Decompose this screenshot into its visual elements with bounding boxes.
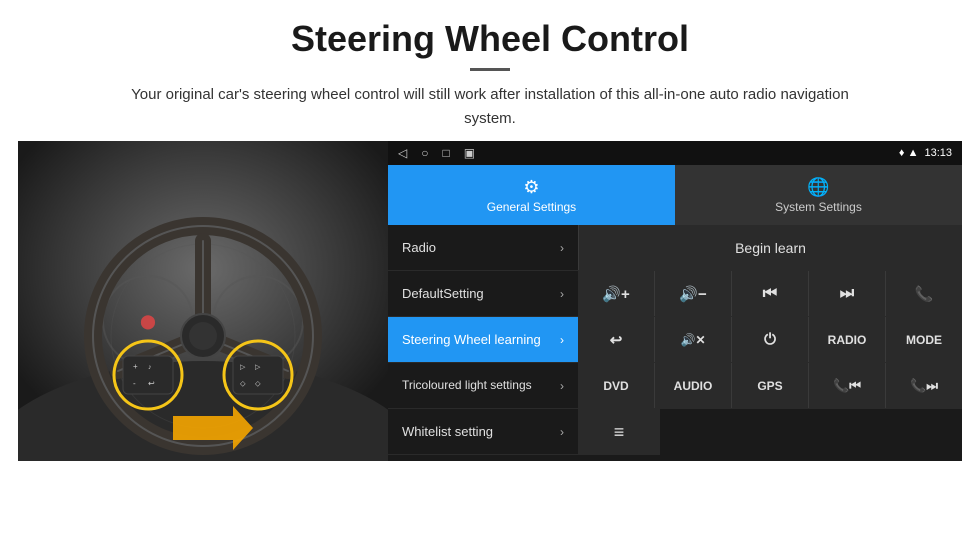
mode-label: MODE [906,333,942,347]
phone-next-button[interactable]: 📞⏭ [886,363,962,408]
mute-icon: 🔊✕ [681,333,706,347]
settings-tabs: ⚙ General Settings 🌐 System Settings [388,165,962,225]
svg-text:+: + [133,362,138,371]
power-icon: ⏻ [764,331,776,348]
audio-button[interactable]: AUDIO [655,363,732,408]
signal-icon: ♦ ▲ [899,147,919,159]
panel-body: Radio › DefaultSetting › Steering Wheel … [388,225,962,461]
svg-text:⬦: ⬦ [255,379,261,388]
svg-text:♪: ♪ [148,364,152,371]
chevron-icon-radio: › [560,241,564,255]
list-button[interactable]: ≡ [578,409,660,455]
svg-text:▷: ▷ [255,364,261,371]
menu-nav-icon[interactable]: ▣ [464,146,475,160]
tab-general[interactable]: ⚙ General Settings [388,165,675,225]
back-icon: ↩ [610,331,623,349]
mute-button[interactable]: 🔊✕ [655,317,732,362]
tab-general-label: General Settings [487,200,576,214]
menu-item-steering-wheel[interactable]: Steering Wheel learning › [388,317,578,363]
prev-track-icon: ⏮ [763,285,777,303]
begin-learn-button[interactable]: Begin learn [578,225,962,270]
svg-text:⬦: ⬦ [240,379,246,388]
next-track-icon: ⏭ [840,285,854,303]
controls-row-4: ≡ [578,409,962,455]
svg-text:-: - [133,379,136,388]
svg-text:▷: ▷ [240,364,246,371]
gps-button[interactable]: GPS [732,363,809,408]
phone-prev-icon: 📞⏮ [833,378,861,394]
back-nav-icon[interactable]: ◁ [398,146,407,160]
prev-track-button[interactable]: ⏮ [732,271,809,316]
volume-up-icon: 🔊+ [602,285,629,303]
controls-row-1: 🔊+ 🔊− ⏮ ⏭ 📞 [578,271,962,317]
volume-down-icon: 🔊− [679,285,706,303]
recent-nav-icon[interactable]: □ [442,146,449,160]
dvd-label: DVD [603,379,628,393]
home-nav-icon[interactable]: ○ [421,146,428,160]
title-divider [470,68,510,71]
controls-row-3: DVD AUDIO GPS 📞⏮ 📞⏭ [578,363,962,409]
general-settings-icon: ⚙ [523,177,539,198]
menu-item-radio-label: Radio [402,240,436,256]
chevron-icon-tricoloured: › [560,379,564,393]
menu-item-steering-label: Steering Wheel learning [402,332,541,348]
menu-item-whitelist[interactable]: Whitelist setting › [388,409,578,455]
phone-prev-button[interactable]: 📞⏮ [809,363,886,408]
page-title: Steering Wheel Control [40,18,940,60]
content-section: ⬤ + - [0,141,980,549]
menu-item-tricoloured-label: Tricoloured light settings [402,378,532,392]
menu-item-whitelist-label: Whitelist setting [402,424,493,440]
power-button[interactable]: ⏻ [732,317,809,362]
svg-text:⬤: ⬤ [140,313,156,330]
chevron-icon-whitelist: › [560,425,564,439]
status-bar: ◁ ○ □ ▣ ♦ ▲ 13:13 [388,141,962,165]
status-bar-right: ♦ ▲ 13:13 [899,147,952,159]
menu-item-radio[interactable]: Radio › [388,225,578,271]
volume-down-button[interactable]: 🔊− [655,271,732,316]
menu-item-default-label: DefaultSetting [402,286,484,302]
phone-icon: 📞 [915,285,934,303]
back-button[interactable]: ↩ [578,317,655,362]
dvd-button[interactable]: DVD [578,363,655,408]
next-track-button[interactable]: ⏭ [809,271,886,316]
steering-wheel-image: ⬤ + - [18,141,388,461]
subtitle: Your original car's steering wheel contr… [130,83,850,131]
system-settings-icon: 🌐 [807,177,829,198]
clock: 13:13 [924,147,952,159]
menu-item-tricoloured[interactable]: Tricoloured light settings › [388,363,578,409]
mode-button[interactable]: MODE [886,317,962,362]
tab-system-label: System Settings [775,200,862,214]
header-section: Steering Wheel Control Your original car… [0,0,980,141]
radio-button[interactable]: RADIO [809,317,886,362]
chevron-icon-steering: › [560,333,564,347]
menu-list: Radio › DefaultSetting › Steering Wheel … [388,225,578,461]
gps-label: GPS [757,379,782,393]
car-image-panel: ⬤ + - [18,141,388,461]
phone-button[interactable]: 📞 [886,271,962,316]
radio-label: RADIO [828,333,867,347]
svg-text:↩: ↩ [148,379,155,388]
android-panel: ◁ ○ □ ▣ ♦ ▲ 13:13 ⚙ General Settings 🌐 [388,141,962,461]
controls-row-top: Begin learn [578,225,962,271]
controls-area: Begin learn 🔊+ 🔊− ⏮ [578,225,962,461]
menu-item-default-setting[interactable]: DefaultSetting › [388,271,578,317]
volume-up-button[interactable]: 🔊+ [578,271,655,316]
controls-row-2: ↩ 🔊✕ ⏻ RADIO MODE [578,317,962,363]
tab-system[interactable]: 🌐 System Settings [675,165,962,225]
chevron-icon-default: › [560,287,564,301]
status-bar-nav: ◁ ○ □ ▣ [398,146,475,160]
list-icon: ≡ [614,422,625,443]
audio-label: AUDIO [674,379,713,393]
phone-next-icon: 📞⏭ [910,378,938,394]
